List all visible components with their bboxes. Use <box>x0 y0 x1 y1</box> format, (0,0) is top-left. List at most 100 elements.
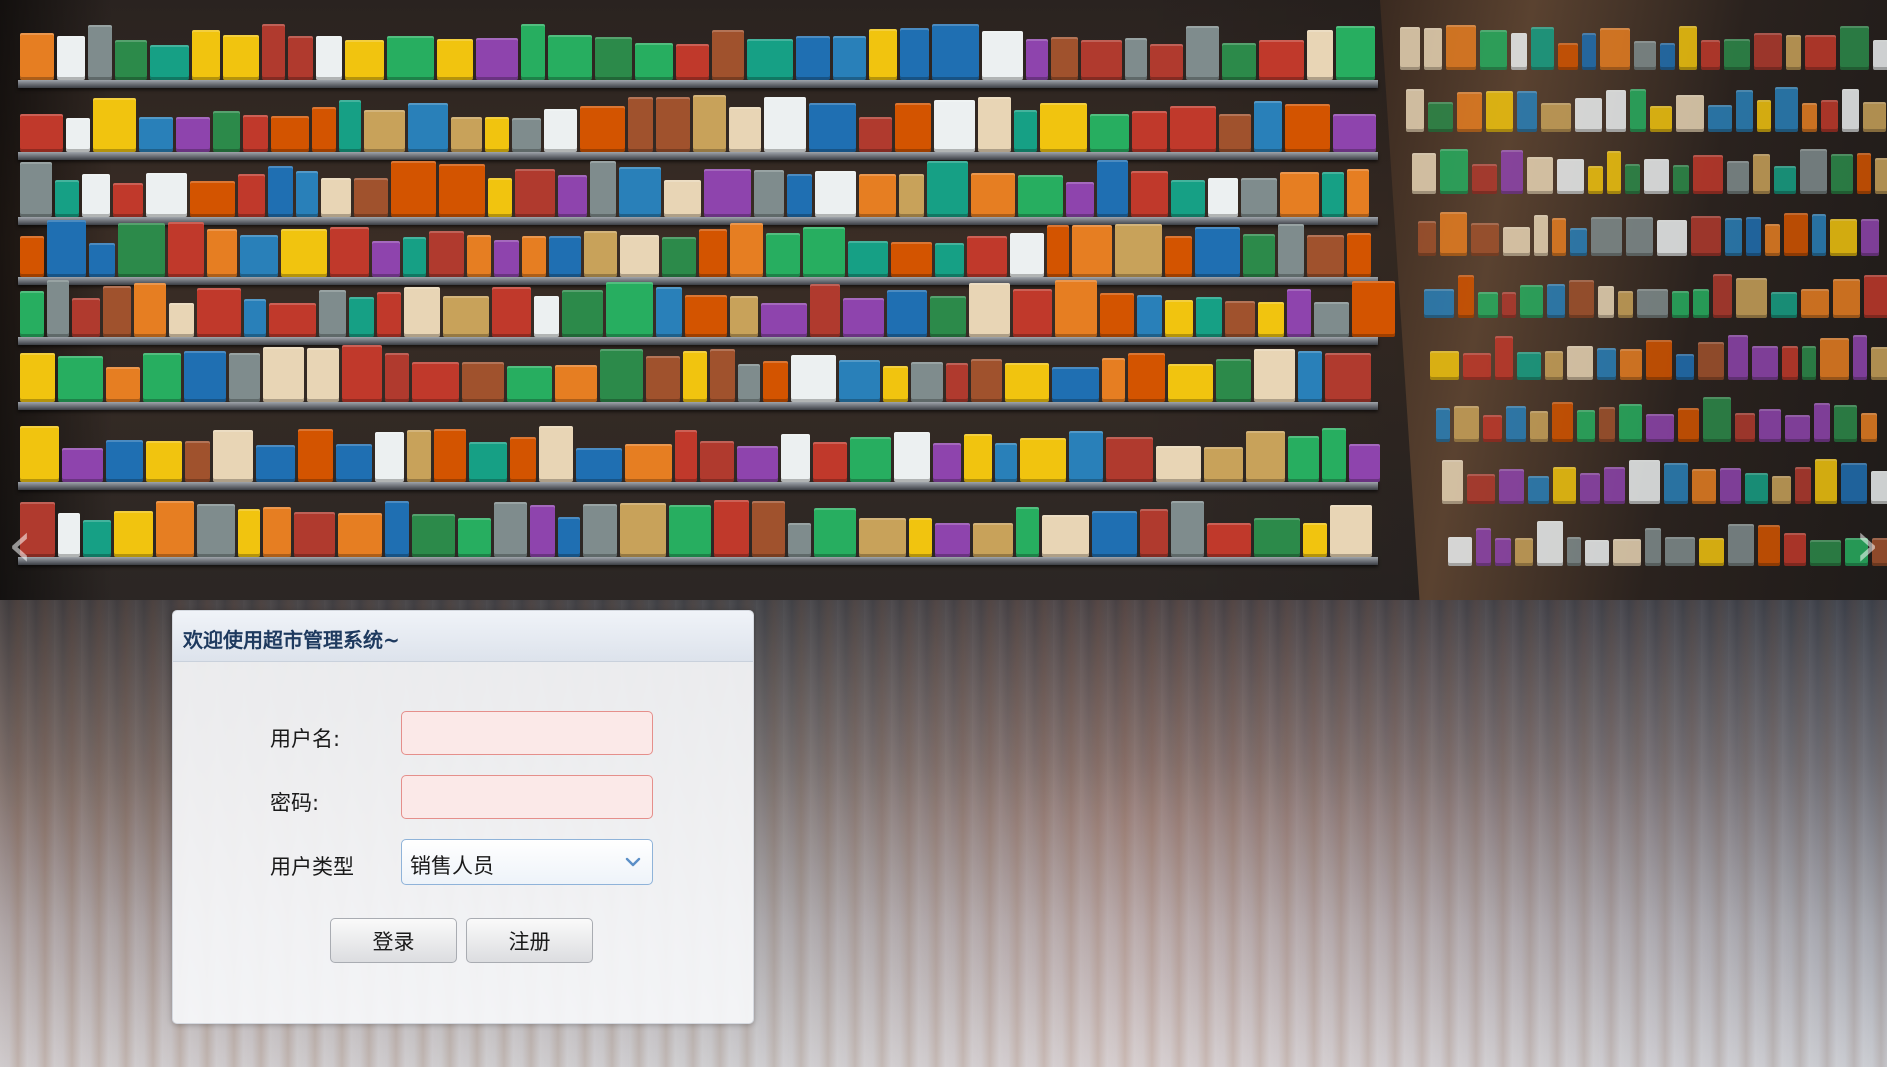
product-box <box>114 511 153 557</box>
product-box <box>1875 158 1887 194</box>
product-box <box>20 353 55 402</box>
product-box <box>946 363 968 402</box>
product-box <box>1842 89 1859 132</box>
product-box <box>788 523 811 557</box>
product-box <box>710 349 735 402</box>
product-box <box>1644 159 1669 194</box>
product-box <box>1805 35 1836 70</box>
product-box <box>1713 274 1732 318</box>
product-box <box>256 445 295 482</box>
product-box <box>1219 114 1251 152</box>
product-box <box>244 299 266 337</box>
product-box <box>1570 228 1587 256</box>
product-box <box>932 24 979 80</box>
product-box <box>534 296 559 337</box>
product-box <box>803 227 845 277</box>
register-button[interactable]: 注册 <box>466 918 593 963</box>
product-box <box>530 505 555 557</box>
product-box <box>336 444 372 482</box>
chevron-down-icon[interactable] <box>614 840 652 884</box>
product-box <box>1515 538 1533 566</box>
product-box <box>1531 27 1554 70</box>
username-label: 用户名: <box>270 727 341 751</box>
product-box <box>1703 397 1731 442</box>
product-box <box>510 437 536 482</box>
product-box <box>1597 348 1616 380</box>
product-box <box>1047 225 1069 277</box>
product-box <box>1665 537 1695 566</box>
product-box <box>1430 351 1459 380</box>
product-box <box>1333 114 1376 152</box>
product-box <box>316 36 342 80</box>
product-box <box>1285 104 1330 152</box>
product-box <box>106 367 140 402</box>
product-box <box>1676 95 1704 132</box>
product-box <box>669 505 711 557</box>
product-box <box>512 118 541 152</box>
product-box <box>1440 212 1467 256</box>
product-box <box>1720 468 1741 504</box>
product-box <box>1552 218 1566 256</box>
login-button[interactable]: 登录 <box>330 918 457 963</box>
product-box <box>1352 281 1395 337</box>
product-box <box>737 446 778 482</box>
product-box <box>437 39 473 80</box>
product-box <box>1582 33 1596 70</box>
product-box <box>1786 35 1801 70</box>
product-box <box>635 43 673 80</box>
product-box <box>238 509 260 557</box>
product-box <box>1140 509 1168 557</box>
product-box <box>443 296 489 337</box>
product-box <box>1774 166 1796 194</box>
product-box <box>1660 43 1675 70</box>
product-box <box>995 443 1017 482</box>
product-box <box>1102 358 1125 402</box>
product-box <box>103 286 131 337</box>
product-box <box>1472 164 1497 194</box>
product-box <box>1243 234 1275 277</box>
product-box <box>1853 335 1867 380</box>
product-box <box>1517 352 1541 380</box>
product-box <box>1100 293 1134 337</box>
product-box <box>1619 404 1642 442</box>
product-box <box>1588 166 1603 194</box>
product-box <box>1833 279 1860 318</box>
product-box <box>1467 474 1495 504</box>
product-box <box>1347 233 1371 277</box>
product-box <box>1106 437 1153 482</box>
shelf-row <box>18 402 1378 410</box>
product-box <box>1759 409 1781 442</box>
username-input[interactable] <box>401 711 653 755</box>
product-box <box>1207 523 1251 557</box>
product-box <box>1637 289 1668 318</box>
product-box <box>814 508 856 557</box>
user-type-select[interactable]: 销售人员 <box>401 839 653 885</box>
product-box <box>1861 413 1877 442</box>
product-box <box>1527 157 1553 194</box>
password-input[interactable] <box>401 775 653 819</box>
product-box <box>891 242 932 277</box>
product-box <box>1735 413 1755 442</box>
product-box <box>1812 214 1826 256</box>
product-box <box>1613 539 1641 566</box>
product-box <box>656 287 682 337</box>
product-box <box>1520 285 1543 318</box>
product-box <box>809 103 856 152</box>
product-box <box>1347 169 1369 217</box>
product-box <box>1052 367 1099 402</box>
product-box <box>115 40 147 80</box>
product-box <box>507 366 552 402</box>
product-box <box>197 288 241 337</box>
product-box <box>620 503 666 557</box>
product-box <box>1841 463 1867 504</box>
product-box <box>1679 26 1697 70</box>
product-box <box>1288 436 1319 482</box>
product-box <box>1287 289 1311 337</box>
product-box <box>619 167 661 217</box>
login-panel: 欢迎使用超市管理系统~ 用户名: 密码: 用户类型 销售人员 登录 注册 <box>172 610 754 1024</box>
product-box <box>685 295 727 337</box>
product-box <box>982 31 1023 80</box>
product-box <box>584 231 617 277</box>
product-box <box>895 103 931 152</box>
product-box <box>1051 37 1078 80</box>
